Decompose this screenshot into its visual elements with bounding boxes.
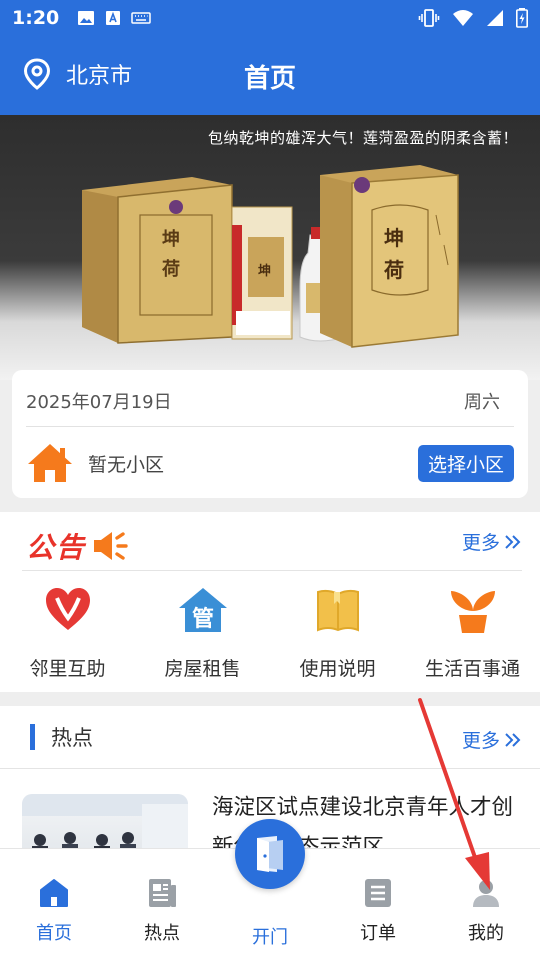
hot-more-label: 更多 [461, 730, 500, 752]
status-time: 1:20 [12, 7, 60, 29]
wifi-icon [453, 10, 473, 26]
divider [26, 426, 514, 427]
bottom-tab-bar: 首页 热点 开门 订单 我的 [0, 819, 540, 960]
hot-title: 热点 [51, 726, 93, 750]
svg-text:荷: 荷 [162, 258, 180, 280]
service-life-guide[interactable]: 生活百事通 [405, 584, 540, 681]
svg-text:荷: 荷 [384, 258, 404, 282]
current-date: 2025年07月19日 [26, 392, 172, 413]
notice-header[interactable]: 公告 [26, 526, 132, 566]
date-community-card: 2025年07月19日 周六 暂无小区 选择小区 [12, 370, 528, 498]
tab-hot[interactable]: 热点 [108, 877, 216, 945]
notice-more-label: 更多 [461, 532, 500, 554]
current-weekday: 周六 [464, 392, 500, 413]
svg-text:坤: 坤 [258, 263, 271, 279]
tab-home[interactable]: 首页 [0, 877, 108, 945]
keyboard-icon [131, 12, 152, 24]
tab-label: 开门 [252, 927, 288, 948]
house-icon: 管 [178, 588, 227, 632]
divider [22, 570, 522, 571]
service-grid: 邻里互助 管 房屋租售 使用说明 生活百事通 [0, 584, 540, 681]
service-house-rental[interactable]: 管 房屋租售 [135, 584, 270, 681]
hot-header: 热点 [30, 722, 93, 752]
home-icon [40, 879, 68, 907]
service-instructions[interactable]: 使用说明 [270, 584, 405, 681]
location-selector[interactable]: 北京市 [22, 58, 132, 90]
double-chevron-right-icon [505, 534, 521, 549]
plant-icon [450, 591, 495, 633]
door-icon [257, 836, 283, 872]
notice-more-link[interactable]: 更多 [462, 528, 522, 555]
order-list-icon [365, 879, 391, 907]
tab-mine[interactable]: 我的 [432, 877, 540, 945]
heart-icon [45, 588, 90, 630]
font-download-icon [106, 11, 121, 25]
image-icon [78, 11, 95, 25]
service-neighbor-help[interactable]: 邻里互助 [0, 584, 135, 681]
hot-more-link[interactable]: 更多 [462, 726, 522, 753]
user-icon [473, 880, 499, 907]
section-accent-bar [30, 724, 35, 750]
select-community-button[interactable]: 选择小区 [417, 445, 514, 482]
promo-banner[interactable]: 包纳乾坤的雄浑大气！莲菏盈盈的阴柔含蓄！ 坤 荷 坤 坤 荷 [0, 115, 540, 380]
service-label: 邻里互助 [29, 658, 106, 680]
app-header: 北京市 首页 [0, 36, 540, 115]
notice-section: 公告 更多 邻里互助 管 房屋租售 使用说明 生活百事通 [0, 512, 540, 692]
signal-icon [487, 10, 503, 26]
tab-label: 首页 [36, 923, 72, 944]
svg-text:坤: 坤 [384, 226, 404, 250]
product-image: 坤 荷 坤 坤 荷 [82, 165, 459, 348]
notice-label: 公告 [26, 531, 87, 564]
service-label: 使用说明 [299, 658, 376, 680]
status-bar: 1:20 [0, 0, 540, 36]
location-label: 北京市 [66, 64, 133, 89]
community-name: 暂无小区 [88, 453, 165, 476]
battery-icon [516, 8, 528, 28]
megaphone-icon [94, 532, 128, 560]
divider [0, 768, 540, 769]
svg-text:管: 管 [191, 606, 213, 632]
service-label: 房屋租售 [164, 658, 241, 680]
tab-orders[interactable]: 订单 [324, 877, 432, 945]
house-icon [28, 444, 72, 482]
double-chevron-right-icon [505, 732, 521, 747]
tab-label: 热点 [144, 923, 180, 944]
tab-label: 我的 [468, 923, 504, 944]
svg-text:坤: 坤 [162, 228, 180, 250]
tab-label: 订单 [360, 923, 396, 944]
vibrate-icon [418, 9, 440, 27]
service-label: 生活百事通 [424, 658, 520, 680]
open-door-button[interactable] [235, 819, 305, 889]
newspaper-icon [149, 879, 176, 907]
location-pin-icon [23, 58, 51, 90]
book-icon [316, 589, 359, 632]
